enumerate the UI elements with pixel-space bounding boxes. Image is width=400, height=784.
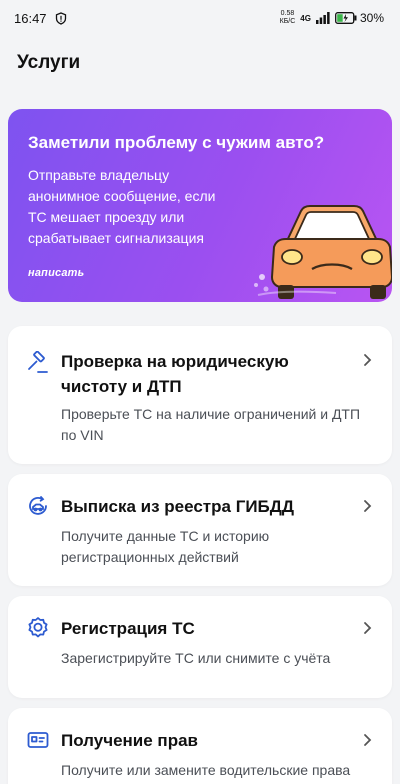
chevron-right-icon [364,734,372,746]
chevron-right-icon [364,354,372,366]
id-card-icon [27,732,49,748]
service-title: Проверка на юридическую чистоту и ДТП [61,352,289,396]
badge-icon [28,617,48,638]
registry-icon [29,496,47,515]
service-subtitle: Зарегистрируйте ТС или снимите с учёта [61,650,331,666]
shield-icon [55,11,66,25]
signal-icon [315,12,330,24]
service-card-legal-check[interactable]: Проверка на юридическую чистоту и ДТП Пр… [8,326,392,464]
gavel-icon [28,351,48,373]
status-time: 16:47 [14,10,47,26]
chevron-right-icon [364,622,372,634]
service-title: Получение прав [61,731,198,750]
service-card-driving-license[interactable]: Получение прав Получите или замените вод… [8,708,392,784]
promo-write-button[interactable]: написать [28,267,84,279]
promo-text: Отправьте владельцу анонимное сообщение,… [28,167,216,246]
promo-title: Заметили проблему с чужим авто? [28,133,325,152]
service-title: Выписка из реестра ГИБДД [61,497,294,516]
service-title: Регистрация ТС [61,619,195,638]
promo-banner-anonymous-message[interactable]: Заметили проблему с чужим авто? Отправьт… [8,109,392,302]
network-type: 4G [300,13,311,23]
network-speed: 0.58 КБ/С [279,10,296,25]
service-subtitle: Получите данные ТС и историю регистрацио… [61,528,270,565]
service-card-gibdd-registry[interactable]: Выписка из реестра ГИБДД Получите данные… [8,474,392,586]
service-subtitle: Проверьте ТС на наличие ограничений и ДТ… [61,406,361,443]
service-subtitle: Получите или замените водительские права [61,762,351,778]
service-card-vehicle-registration[interactable]: Регистрация ТС Зарегистрируйте ТС или сн… [8,596,392,698]
status-bar: 16:47 0.58 КБ/С 4G 30% [0,0,400,36]
page-title: Услуги [17,52,81,73]
battery-icon [335,12,357,24]
battery-level: 30% [359,11,384,25]
car-illustration-icon [254,205,392,299]
chevron-right-icon [364,500,372,512]
